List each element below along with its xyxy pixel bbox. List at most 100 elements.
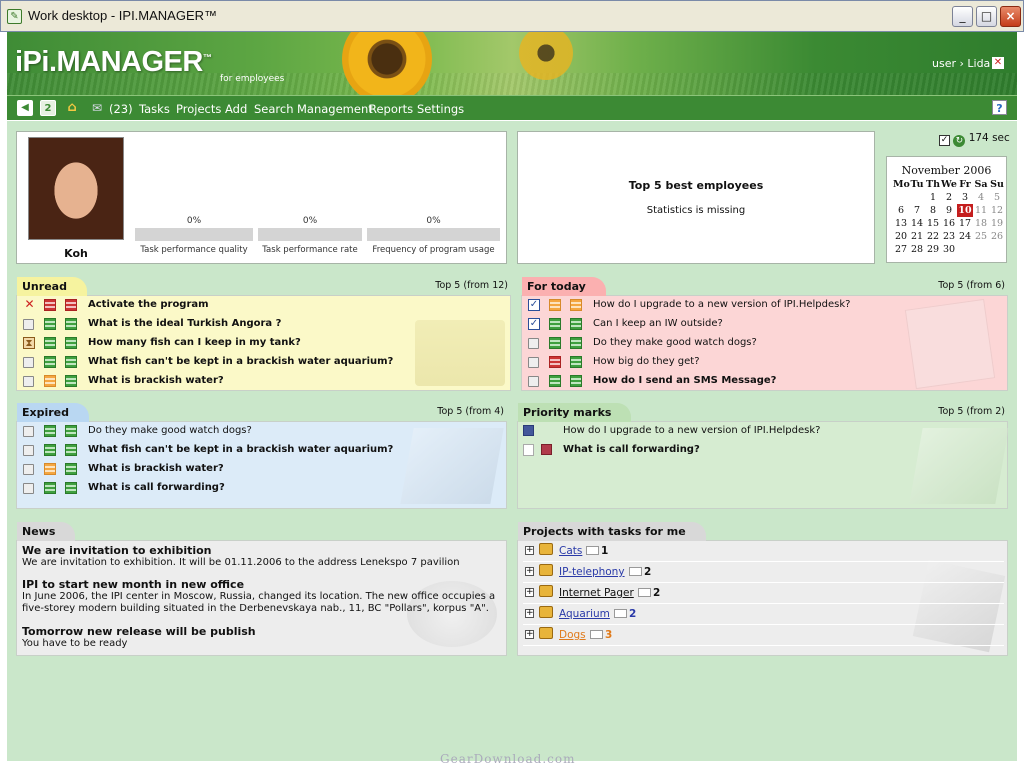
priority-high-icon[interactable] xyxy=(65,299,77,311)
calendar-day[interactable]: 12 xyxy=(989,204,1005,217)
calendar-day[interactable]: 1 xyxy=(925,191,941,204)
calendar-day[interactable]: 7 xyxy=(909,204,925,217)
calendar-day[interactable]: 26 xyxy=(989,230,1005,243)
project-link[interactable]: Internet Pager xyxy=(559,587,634,599)
home-icon[interactable]: ⌂ xyxy=(64,100,80,116)
task-title[interactable]: Can I keep an IW outside? xyxy=(593,318,723,329)
status-normal-icon[interactable] xyxy=(570,337,582,349)
task-title[interactable]: What is call forwarding? xyxy=(88,482,225,493)
document-icon[interactable] xyxy=(523,444,534,456)
task-row[interactable]: ✕ Activate the program xyxy=(17,296,510,315)
status-medium-icon[interactable] xyxy=(549,299,561,311)
user-label[interactable]: user › Lida xyxy=(932,57,990,70)
project-task-count[interactable]: 1 xyxy=(601,545,608,557)
calendar-day[interactable]: 22 xyxy=(925,230,941,243)
project-task-count[interactable]: 2 xyxy=(653,587,660,599)
project-task-count[interactable]: 3 xyxy=(605,629,612,641)
menu-settings[interactable]: Settings xyxy=(417,102,464,116)
task-title[interactable]: What is call forwarding? xyxy=(563,444,700,455)
mail-icon[interactable] xyxy=(638,588,651,597)
task-title[interactable]: Do they make good watch dogs? xyxy=(88,425,252,436)
calendar-day[interactable]: 29 xyxy=(925,243,941,256)
mail-icon[interactable] xyxy=(590,630,603,639)
status-normal-icon[interactable] xyxy=(65,356,77,368)
checked-icon[interactable]: ✓ xyxy=(528,318,540,330)
task-row[interactable]: How do I upgrade to a new version of IPI… xyxy=(518,422,1007,441)
calendar-day[interactable]: 17 xyxy=(957,217,973,230)
status-normal-icon[interactable] xyxy=(65,463,77,475)
logout-icon[interactable]: ✕ xyxy=(992,57,1004,69)
mail-icon[interactable] xyxy=(629,567,642,576)
status-medium-icon[interactable] xyxy=(44,375,56,387)
task-title[interactable]: How do I send an SMS Message? xyxy=(593,375,776,386)
task-title[interactable]: What is brackish water? xyxy=(88,463,224,474)
expand-icon[interactable]: + xyxy=(525,588,534,597)
calendar-day[interactable]: 28 xyxy=(909,243,925,256)
delete-icon[interactable]: ✕ xyxy=(23,298,36,311)
menu-projects[interactable]: Projects xyxy=(176,102,221,116)
priority-tab[interactable]: Priority marks xyxy=(518,403,632,422)
today-tab[interactable]: For today xyxy=(522,277,606,296)
calendar-day[interactable]: 20 xyxy=(893,230,909,243)
auto-refresh-checkbox[interactable]: ✓ xyxy=(939,135,950,146)
task-title[interactable]: How big do they get? xyxy=(593,356,700,367)
calendar-day[interactable]: 21 xyxy=(909,230,925,243)
calendar-day[interactable]: 19 xyxy=(989,217,1005,230)
task-title[interactable]: What fish can't be kept in a brackish wa… xyxy=(88,444,393,455)
status-normal-icon[interactable] xyxy=(549,318,561,330)
status-normal-icon[interactable] xyxy=(65,337,77,349)
status-normal-icon[interactable] xyxy=(44,356,56,368)
project-link[interactable]: Cats xyxy=(559,545,582,557)
task-row[interactable]: What fish can't be kept in a brackish wa… xyxy=(17,441,506,460)
calendar-day[interactable]: 4 xyxy=(973,191,989,204)
flag-icon[interactable] xyxy=(523,425,534,436)
flag-red-icon[interactable] xyxy=(541,444,552,455)
expand-icon[interactable]: + xyxy=(525,630,534,639)
checkbox-icon[interactable] xyxy=(23,483,34,494)
hourglass-icon[interactable]: ⧗ xyxy=(23,337,35,349)
menu-search[interactable]: Search xyxy=(254,102,294,116)
calendar-day[interactable]: 10 xyxy=(957,204,973,217)
status-normal-icon[interactable] xyxy=(570,356,582,368)
expand-icon[interactable]: + xyxy=(525,609,534,618)
message-count[interactable]: (23) xyxy=(109,102,133,116)
status-normal-icon[interactable] xyxy=(44,318,56,330)
status-normal-icon[interactable] xyxy=(44,482,56,494)
checkbox-icon[interactable] xyxy=(528,357,539,368)
expired-count[interactable]: Top 5 (from 4) xyxy=(437,406,504,417)
checkbox-icon[interactable] xyxy=(23,357,34,368)
menu-reports[interactable]: Reports xyxy=(369,102,413,116)
calendar-day[interactable]: 6 xyxy=(893,204,909,217)
mail-icon[interactable] xyxy=(586,546,599,555)
maximize-button[interactable]: □ xyxy=(976,6,997,27)
calendar-day[interactable]: 14 xyxy=(909,217,925,230)
status-normal-icon[interactable] xyxy=(44,444,56,456)
unread-count[interactable]: Top 5 (from 12) xyxy=(435,280,508,291)
status-normal-icon[interactable] xyxy=(65,318,77,330)
task-row[interactable]: What is call forwarding? xyxy=(17,479,506,498)
mail-icon[interactable] xyxy=(614,609,627,618)
checkbox-icon[interactable] xyxy=(23,445,34,456)
menu-add[interactable]: Add xyxy=(225,102,247,116)
calendar-day[interactable]: 24 xyxy=(957,230,973,243)
minimize-button[interactable]: _ xyxy=(952,6,973,27)
today-count[interactable]: Top 5 (from 6) xyxy=(938,280,1005,291)
status-normal-icon[interactable] xyxy=(65,425,77,437)
status-normal-icon[interactable] xyxy=(570,375,582,387)
task-title[interactable]: What is brackish water? xyxy=(88,375,224,386)
status-normal-icon[interactable] xyxy=(549,375,561,387)
task-row[interactable]: What is the ideal Turkish Angora ? xyxy=(17,315,510,334)
checkbox-icon[interactable] xyxy=(528,376,539,387)
checkbox-icon[interactable] xyxy=(23,464,34,475)
task-title[interactable]: Do they make good watch dogs? xyxy=(593,337,757,348)
project-link[interactable]: Dogs xyxy=(559,629,586,641)
refresh-icon[interactable]: 2 xyxy=(40,100,56,116)
checkbox-icon[interactable] xyxy=(528,338,539,349)
task-title[interactable]: Activate the program xyxy=(88,299,209,310)
priority-count[interactable]: Top 5 (from 2) xyxy=(938,406,1005,417)
status-normal-icon[interactable] xyxy=(65,375,77,387)
calendar-day[interactable]: 27 xyxy=(893,243,909,256)
expired-tab[interactable]: Expired xyxy=(17,403,90,422)
status-medium-icon[interactable] xyxy=(44,463,56,475)
project-link[interactable]: Aquarium xyxy=(559,608,610,620)
